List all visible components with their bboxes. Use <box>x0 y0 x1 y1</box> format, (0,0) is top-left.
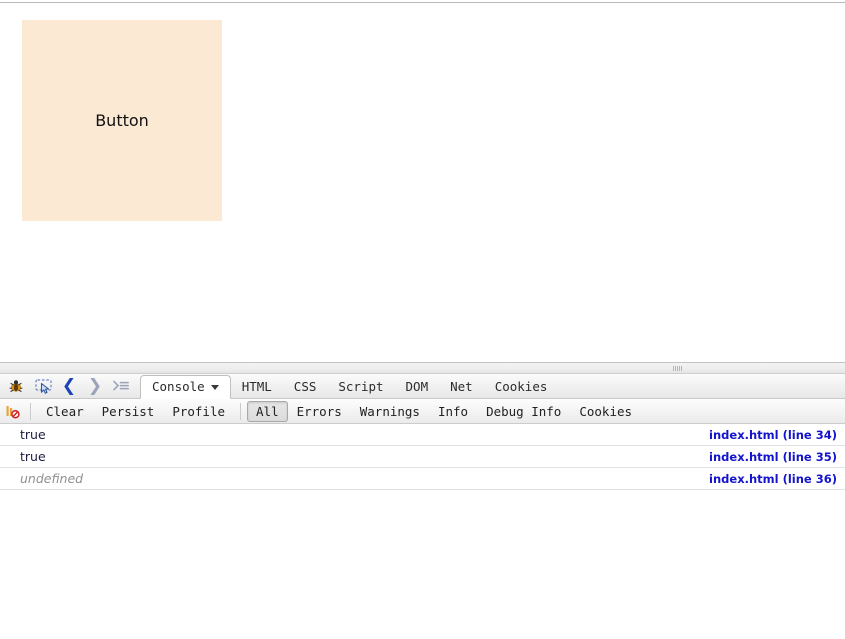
break-on-error-icon[interactable] <box>2 400 24 422</box>
inspect-element-icon[interactable] <box>30 374 56 398</box>
profile-button[interactable]: Profile <box>163 401 234 422</box>
demo-button-label: Button <box>95 110 149 130</box>
tab-script[interactable]: Script <box>327 376 394 398</box>
filter-info-button[interactable]: Info <box>429 401 477 422</box>
forward-chevron-glyph: ❯ <box>87 375 103 396</box>
filter-warnings-button[interactable]: Warnings <box>351 401 429 422</box>
tab-html-label: HTML <box>241 379 272 394</box>
firebug-logo-icon[interactable] <box>0 374 30 398</box>
log-value: true <box>20 427 46 442</box>
web-page-viewport: Button <box>0 4 845 362</box>
tab-css-label: CSS <box>293 379 317 394</box>
tab-css[interactable]: CSS <box>283 376 328 398</box>
list-item[interactable]: undefined index.html (line 36) <box>0 468 845 490</box>
log-value: true <box>20 449 46 464</box>
tab-net-label: Net <box>450 379 473 394</box>
tab-cookies[interactable]: Cookies <box>484 376 559 398</box>
console-log-list: true index.html (line 34) true index.htm… <box>0 424 845 610</box>
console-filter-toolbar: Clear Persist Profile All Errors Warning… <box>0 399 845 424</box>
tab-html[interactable]: HTML <box>231 376 283 398</box>
tab-net[interactable]: Net <box>439 376 484 398</box>
forward-icon[interactable]: ❯ <box>82 374 108 398</box>
persist-button[interactable]: Persist <box>93 401 164 422</box>
chevron-down-icon[interactable] <box>210 384 219 390</box>
firebug-panel: ❮ ❯ Console HTML CSS Script DOM Net Cook… <box>0 362 845 639</box>
splitter-grip[interactable] <box>673 366 682 371</box>
command-line-icon[interactable] <box>108 374 134 398</box>
log-source-link[interactable]: index.html (line 36) <box>709 472 837 486</box>
filter-all-button[interactable]: All <box>247 400 288 422</box>
firebug-tab-list: Console HTML CSS Script DOM Net Cookies <box>140 373 559 399</box>
back-icon[interactable]: ❮ <box>56 374 82 398</box>
console-log-empty-area <box>0 490 845 610</box>
tab-dom-label: DOM <box>405 379 429 394</box>
filter-errors-button[interactable]: Errors <box>288 401 351 422</box>
window-top-divider <box>0 2 845 3</box>
list-item[interactable]: true index.html (line 35) <box>0 446 845 468</box>
tab-console-label: Console <box>152 379 205 394</box>
demo-button-box[interactable]: Button <box>22 20 222 221</box>
toolbar-separator-1 <box>30 402 31 420</box>
toolbar-separator-2 <box>240 402 242 420</box>
log-source-link[interactable]: index.html (line 34) <box>709 428 837 442</box>
list-item[interactable]: true index.html (line 34) <box>0 424 845 446</box>
firebug-tabbar: ❮ ❯ Console HTML CSS Script DOM Net Cook… <box>0 374 845 399</box>
tab-dom[interactable]: DOM <box>395 376 440 398</box>
log-source-link[interactable]: index.html (line 35) <box>709 450 837 464</box>
tab-script-label: Script <box>338 379 384 394</box>
filter-cookies-button[interactable]: Cookies <box>570 401 641 422</box>
filter-debug-info-button[interactable]: Debug Info <box>477 401 570 422</box>
tab-console[interactable]: Console <box>140 375 231 399</box>
tab-cookies-label: Cookies <box>494 379 548 394</box>
clear-button[interactable]: Clear <box>37 401 93 422</box>
log-value: undefined <box>20 471 84 486</box>
back-chevron-glyph: ❮ <box>61 375 77 396</box>
